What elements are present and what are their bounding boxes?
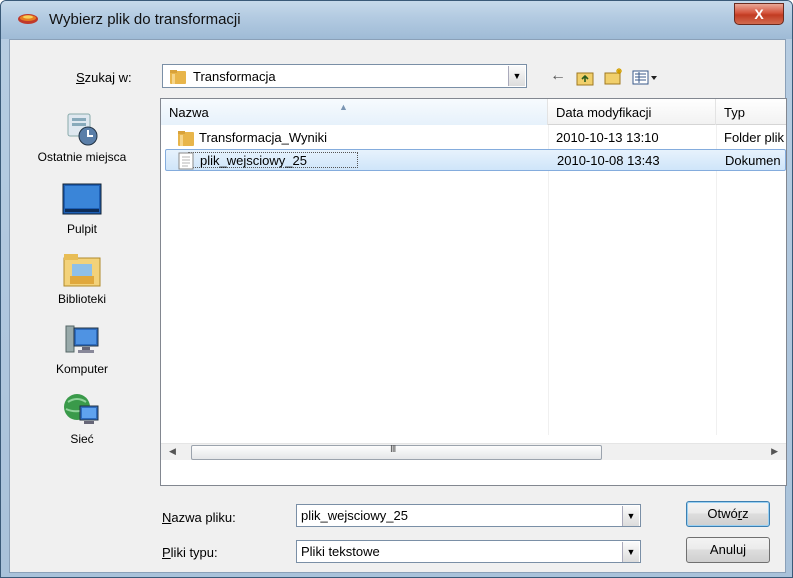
window-title: Wybierz plik do transformacji xyxy=(49,11,241,28)
place-libraries[interactable]: Biblioteki xyxy=(10,250,154,306)
lookin-dropdown-button[interactable]: ▼ xyxy=(508,66,525,86)
scroll-left-icon[interactable]: ◀ xyxy=(169,446,176,457)
recent-places-icon xyxy=(67,113,98,146)
place-label: Pulpit xyxy=(66,222,98,236)
column-header-date[interactable]: Data modyfikacji xyxy=(548,99,716,125)
dialog-body: Szukaj w: Transformacja ▼ ← Ostatnie mie… xyxy=(9,39,787,573)
place-desktop[interactable]: Pulpit xyxy=(10,180,154,236)
place-computer[interactable]: Komputer xyxy=(10,320,154,376)
lookin-value: Transformacja xyxy=(193,69,276,84)
network-icon xyxy=(64,394,99,424)
column-divider xyxy=(716,125,717,435)
filetype-dropdown-button[interactable]: ▼ xyxy=(622,542,639,562)
scroll-right-icon[interactable]: ▶ xyxy=(771,446,778,457)
place-label: Ostatnie miejsca xyxy=(37,150,127,164)
filename-dropdown-button[interactable]: ▼ xyxy=(622,506,639,526)
new-folder-icon[interactable] xyxy=(604,66,624,86)
up-folder-icon[interactable] xyxy=(576,68,594,88)
computer-icon xyxy=(65,325,99,353)
column-divider xyxy=(548,125,549,435)
place-label: Sieć xyxy=(70,432,94,446)
title-bar[interactable]: Wybierz plik do transformacji X xyxy=(1,1,792,39)
horizontal-scrollbar[interactable]: ◀ III ▶ xyxy=(161,443,786,460)
filename-input[interactable]: plik_wejsciowy_25 ▼ xyxy=(296,504,641,527)
file-open-dialog: Wybierz plik do transformacji X Szukaj w… xyxy=(0,0,793,578)
file-row-selected[interactable]: plik_wejsciowy_25 2010-10-08 13:43 Dokum… xyxy=(165,149,786,171)
filetype-label: Pliki typu: xyxy=(162,545,218,560)
chevron-down-icon: ▼ xyxy=(626,511,636,521)
sort-ascending-icon: ▲ xyxy=(339,102,348,112)
file-type: Folder plik xyxy=(724,130,784,145)
lookin-label: Szukaj w: xyxy=(76,70,132,85)
file-type: Dokumen xyxy=(725,153,781,168)
cancel-button[interactable]: Anuluj xyxy=(686,537,770,563)
file-list[interactable]: Nazwa ▲ Data modyfikacji Typ Transformac… xyxy=(160,98,787,486)
place-network[interactable]: Sieć xyxy=(10,390,154,446)
filetype-value: Pliki tekstowe xyxy=(301,544,380,559)
place-label: Komputer xyxy=(55,362,109,376)
close-icon: X xyxy=(754,6,764,22)
views-menu-icon[interactable] xyxy=(632,68,658,88)
places-bar: Ostatnie miejsca Pulpit Biblioteki Kompu… xyxy=(10,100,154,480)
close-button[interactable]: X xyxy=(734,3,784,25)
back-arrow-icon: ← xyxy=(550,67,566,84)
filename-value: plik_wejsciowy_25 xyxy=(301,508,408,523)
back-button[interactable]: ← xyxy=(550,66,566,86)
column-header-row: Nazwa ▲ Data modyfikacji Typ xyxy=(161,99,786,125)
folder-icon xyxy=(178,131,194,146)
file-date: 2010-10-13 13:10 xyxy=(556,130,659,145)
open-button[interactable]: Otwórz xyxy=(686,501,770,527)
filetype-select[interactable]: Pliki tekstowe ▼ xyxy=(296,540,641,563)
file-name: plik_wejsciowy_25 xyxy=(200,153,307,168)
text-document-icon xyxy=(178,152,194,170)
libraries-icon xyxy=(63,254,101,287)
chevron-down-icon: ▼ xyxy=(626,547,636,557)
chevron-down-icon: ▼ xyxy=(512,71,522,81)
filename-label: Nazwa pliku: xyxy=(162,510,236,525)
desktop-icon xyxy=(62,183,102,215)
scrollbar-thumb[interactable]: III xyxy=(191,444,602,460)
file-date: 2010-10-08 13:43 xyxy=(557,153,660,168)
file-row-folder[interactable]: Transformacja_Wyniki 2010-10-13 13:10 Fo… xyxy=(165,127,786,149)
file-name: Transformacja_Wyniki xyxy=(199,130,327,145)
folder-icon xyxy=(170,70,186,84)
column-header-name[interactable]: Nazwa ▲ xyxy=(161,99,548,125)
app-icon xyxy=(18,14,38,24)
column-header-type[interactable]: Typ xyxy=(716,99,788,125)
lookin-dropdown[interactable]: Transformacja ▼ xyxy=(162,64,527,88)
place-label: Biblioteki xyxy=(57,292,107,306)
place-recent[interactable]: Ostatnie miejsca xyxy=(10,108,154,164)
grip-icon: III xyxy=(390,444,396,455)
